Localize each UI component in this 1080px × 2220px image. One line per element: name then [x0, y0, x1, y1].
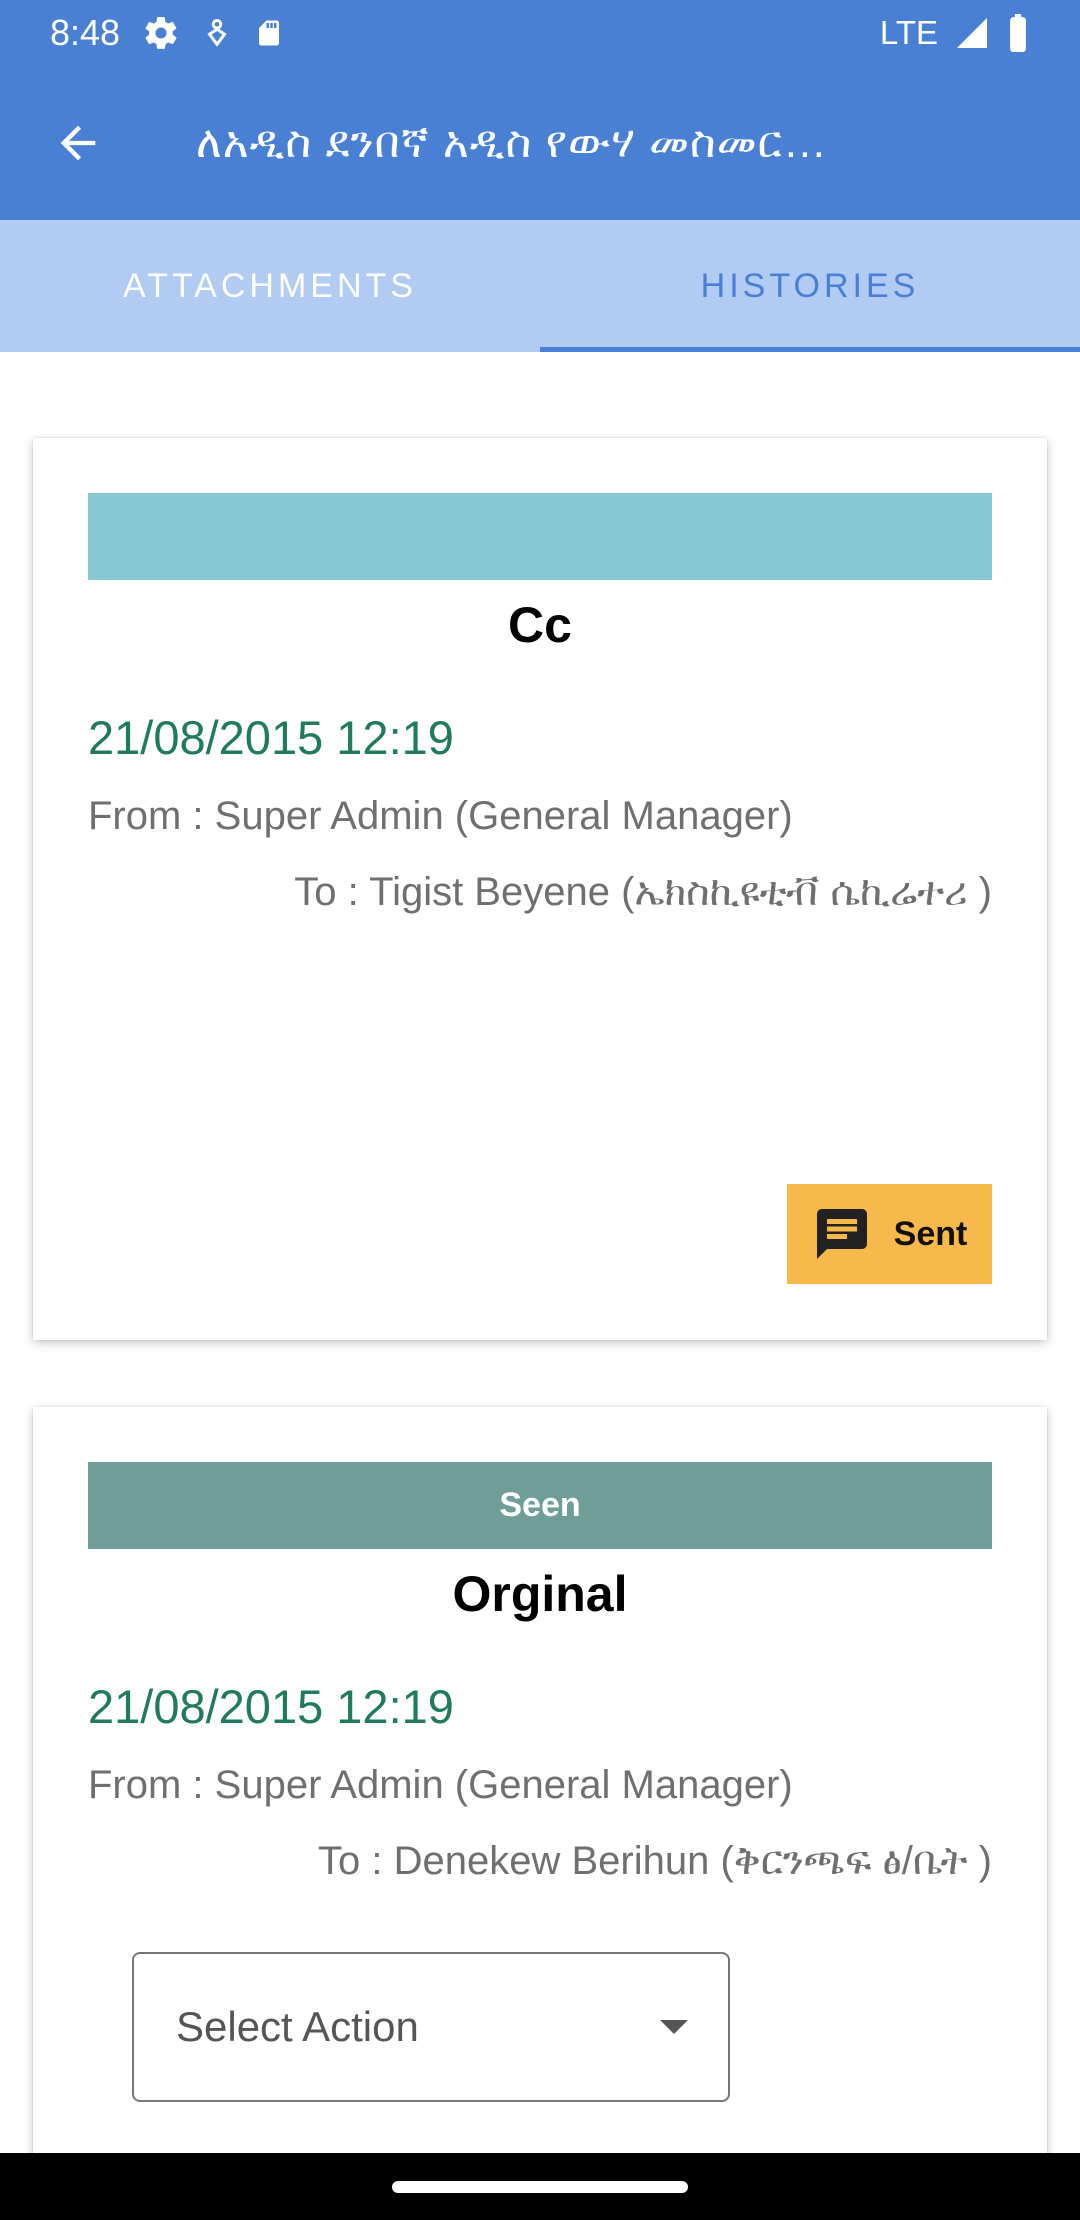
history-date: 21/08/2015 12:19: [88, 1680, 454, 1733]
signal-icon: [954, 15, 990, 51]
app-bar: ለአዲስ ደንበኛ አዲስ የውሃ መስመር…: [0, 66, 1080, 220]
history-to: To : Tigist Beyene (ኤክስኪዩቲቭ ሴኪሬተሪ ): [294, 870, 992, 914]
battery-icon: [1006, 14, 1030, 52]
history-from: From : Super Admin (General Manager): [88, 794, 793, 838]
history-card: Cc 21/08/2015 12:19 From : Super Admin (…: [33, 438, 1047, 1340]
sent-button[interactable]: Sent: [787, 1184, 992, 1284]
history-type: Orginal: [452, 1566, 628, 1622]
navigation-bar: [0, 2153, 1080, 2220]
back-button[interactable]: [38, 103, 118, 183]
tab-attachments[interactable]: ATTACHMENTS: [0, 220, 540, 352]
status-strip: Seen: [88, 1462, 992, 1549]
arrow-back-icon: [60, 125, 96, 161]
accessibility-icon: [202, 16, 232, 50]
sent-label: Sent: [893, 1214, 968, 1253]
message-icon: [816, 1209, 867, 1259]
sd-card-icon: [254, 15, 284, 51]
history-card: Seen Orginal 21/08/2015 12:19 From : Sup…: [33, 1407, 1047, 2167]
network-type-label: LTE: [879, 14, 938, 51]
tab-bar: ATTACHMENTS HISTORIES: [0, 220, 1080, 352]
history-to: To : Denekew Berihun (ቅርንጫፍ ፅ/ቤት ): [318, 1839, 992, 1883]
history-type: Cc: [508, 597, 572, 653]
status-bar: 8:48 LTE: [0, 0, 1080, 66]
status-strip: [88, 493, 992, 580]
select-action-dropdown[interactable]: Select Action: [132, 1952, 730, 2102]
tab-histories[interactable]: HISTORIES: [540, 220, 1080, 352]
page-title: ለአዲስ ደንበኛ አዲስ የውሃ መስመር…: [196, 118, 828, 167]
home-gesture-handle[interactable]: [392, 2180, 688, 2193]
status-time: 8:48: [50, 12, 121, 53]
settings-gear-icon: [142, 14, 180, 52]
history-from: From : Super Admin (General Manager): [88, 1763, 793, 1807]
status-left: 8:48: [50, 12, 284, 54]
status-right: LTE: [880, 14, 1030, 52]
history-date: 21/08/2015 12:19: [88, 711, 454, 764]
chevron-down-icon: [660, 2020, 688, 2034]
select-action-value: Select Action: [176, 2003, 419, 2050]
